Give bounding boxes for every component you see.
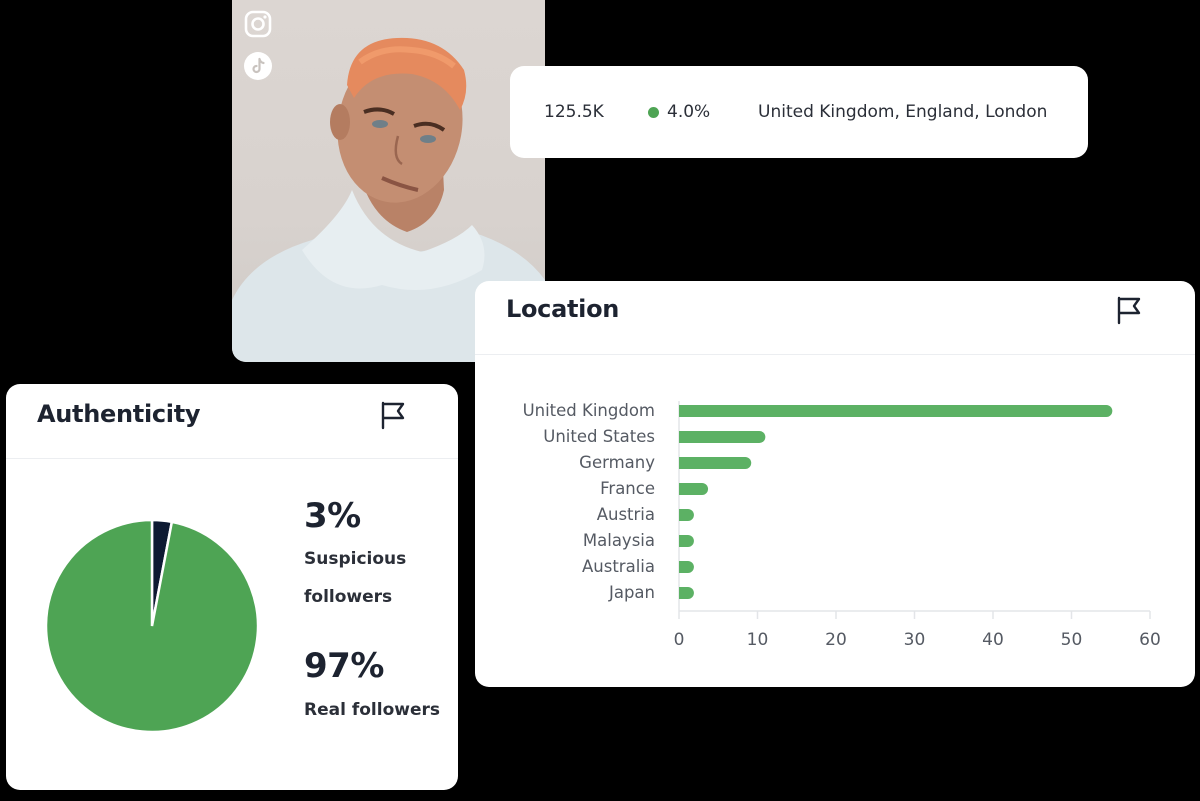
- authenticity-pie-chart: [44, 518, 260, 734]
- instagram-icon[interactable]: [244, 10, 272, 38]
- x-tick-label: 0: [674, 630, 685, 650]
- location-card-title: Location: [506, 295, 620, 323]
- y-tick-label: Malaysia: [583, 531, 655, 550]
- location-bar-chart: 0 10 20 30 40 50 60 United Kingdom United States…: [523, 401, 1161, 650]
- tiktok-icon[interactable]: [244, 52, 272, 80]
- y-tick-label: Japan: [608, 583, 655, 602]
- bar-united-kingdom[interactable]: [679, 405, 1113, 417]
- suspicious-percentage: 3%: [304, 496, 361, 536]
- bar-france[interactable]: [679, 483, 709, 495]
- y-tick-label: Australia: [582, 557, 655, 576]
- location-card: Location 0 10 20 30 40 50 60 United Kingdom Unit…: [475, 281, 1195, 687]
- real-percentage: 97%: [304, 646, 384, 686]
- authenticity-card-header: Authenticity: [6, 384, 458, 459]
- y-tick-label: Germany: [579, 453, 655, 472]
- bar-malaysia[interactable]: [679, 535, 694, 547]
- authenticity-card-title: Authenticity: [37, 400, 201, 428]
- flag-icon[interactable]: [379, 400, 407, 430]
- suspicious-label: Suspicious followers: [304, 549, 407, 607]
- real-label: Real followers: [304, 700, 440, 720]
- bar-austria[interactable]: [679, 509, 694, 521]
- x-tick-label: 50: [1061, 630, 1083, 650]
- engagement-rate: 4.0%: [648, 102, 710, 122]
- engagement-rate-value: 4.0%: [667, 102, 711, 122]
- location-card-header: Location: [475, 281, 1195, 355]
- authenticity-card: Authenticity 3% Suspicious followers 97%…: [6, 384, 458, 790]
- x-tick-label: 10: [747, 630, 769, 650]
- bar-germany[interactable]: [679, 457, 752, 469]
- followers-count: 125.5K: [544, 102, 604, 122]
- flag-icon[interactable]: [1115, 295, 1143, 325]
- status-dot-icon: [648, 106, 659, 118]
- x-tick-label: 40: [982, 630, 1004, 650]
- bar-united-states[interactable]: [679, 431, 766, 443]
- profile-stats-card: 125.5K 4.0% United Kingdom, England, Lon…: [510, 66, 1088, 158]
- pie-slice-real-followers[interactable]: [44, 518, 260, 734]
- y-tick-label: United States: [543, 427, 655, 446]
- profile-location: United Kingdom, England, London: [758, 102, 1048, 122]
- x-tick-label: 30: [904, 630, 926, 650]
- y-tick-label: Austria: [597, 505, 655, 524]
- bar-australia[interactable]: [679, 561, 694, 573]
- y-tick-label: France: [600, 479, 655, 498]
- bar-japan[interactable]: [679, 587, 694, 599]
- x-tick-label: 60: [1139, 630, 1161, 650]
- x-tick-label: 20: [825, 630, 847, 650]
- y-tick-label: United Kingdom: [523, 401, 655, 420]
